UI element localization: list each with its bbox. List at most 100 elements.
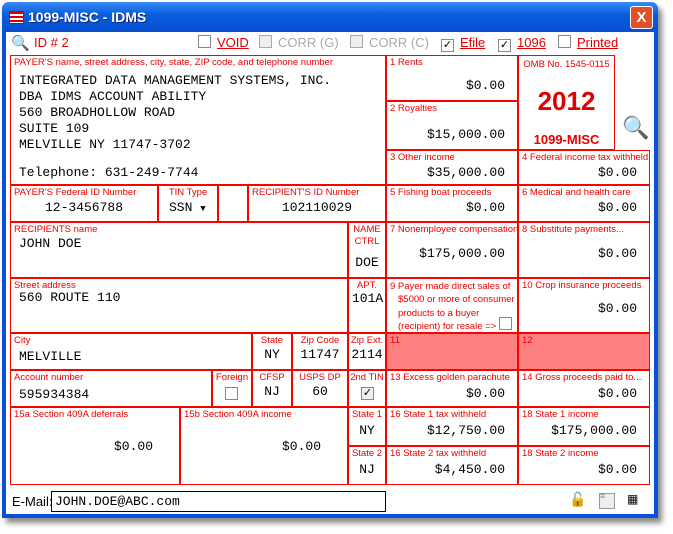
box-value: $0.00 <box>597 246 637 261</box>
omb-box: OMB No. 1545-0115 2012 1099-MISC <box>518 55 615 150</box>
field-label: State <box>260 335 284 346</box>
box-value: $0.00 <box>597 200 637 215</box>
state-1[interactable]: State 1 NY <box>348 407 386 446</box>
app-icon <box>9 11 24 24</box>
box-value: $0.00 <box>113 439 153 454</box>
usps-dp[interactable]: USPS DP 60 <box>292 370 348 407</box>
box-8-substitute[interactable]: 8 Substitute payments... $0.00 <box>518 222 650 278</box>
recipient-name[interactable]: RECIPIENTS name JOHN DOE <box>10 222 348 278</box>
printed-checkbox[interactable]: Printed <box>558 35 618 50</box>
payer-line: INTEGRATED DATA MANAGEMENT SYSTEMS, INC. <box>19 73 332 88</box>
close-button[interactable]: X <box>630 6 653 29</box>
payer-federal-id[interactable]: PAYER'S Federal ID Number 12-3456788 <box>10 185 158 222</box>
box-16-state-1-tax[interactable]: 16 State 1 tax withheld $12,750.00 <box>386 407 518 446</box>
box-label: 15b Section 409A income <box>184 409 292 420</box>
box-label: 9 Payer made direct sales of <box>390 281 511 292</box>
field-value: 560 ROUTE 110 <box>19 290 121 305</box>
field-value: 2114 <box>351 347 383 362</box>
box-value: $0.00 <box>281 439 321 454</box>
city[interactable]: City MELVILLE <box>10 333 252 370</box>
preview-icon[interactable]: ▦ <box>627 492 638 506</box>
box-3-other-income[interactable]: 3 Other income $35,000.00 <box>386 150 518 185</box>
payer-info[interactable]: PAYER'S name, street address, city, stat… <box>10 55 386 185</box>
box-label: 18 State 2 income <box>522 448 599 459</box>
box-10-crop[interactable]: 10 Crop insurance proceeds $0.00 <box>518 278 650 333</box>
field-value: NJ <box>359 462 375 477</box>
zip-code[interactable]: Zip Code 11747 <box>292 333 348 370</box>
box-16-state-2-tax[interactable]: 16 State 2 tax withheld $4,450.00 <box>386 446 518 485</box>
cfsp[interactable]: CFSP NJ <box>252 370 292 407</box>
box-value: $0.00 <box>597 386 637 401</box>
apt[interactable]: APT. 101A <box>348 278 386 333</box>
box-4-federal-tax[interactable]: 4 Federal income tax withheld $0.00 <box>518 150 650 185</box>
field-value: MELVILLE <box>19 349 82 364</box>
box-2-royalties[interactable]: 2 Royalties $15,000.00 <box>386 101 518 150</box>
box-label: 8 Substitute payments... <box>522 224 624 235</box>
field-label: Account number <box>14 372 84 383</box>
corr-g-checkbox: CORR (G) <box>259 35 339 50</box>
field-value: 595934384 <box>19 387 90 402</box>
box-5-fishing[interactable]: 5 Fishing boat proceeds $0.00 <box>386 185 518 222</box>
box-label: 10 Crop insurance proceeds <box>522 280 642 291</box>
box-6-medical[interactable]: 6 Medical and health care $0.00 <box>518 185 650 222</box>
box-value: $35,000.00 <box>426 165 505 180</box>
street-address[interactable]: Street address 560 ROUTE 110 <box>10 278 348 333</box>
box-9-checkbox[interactable] <box>499 317 512 330</box>
box-label: 12 <box>522 335 533 346</box>
state[interactable]: State NY <box>252 333 292 370</box>
box-18-state-1-income[interactable]: 18 State 1 income $175,000.00 <box>518 407 650 446</box>
recipient-id[interactable]: RECIPIENT'S ID Number 102110029 <box>248 185 386 222</box>
box-15a-deferrals[interactable]: 15a Section 409A deferrals $0.00 <box>10 407 180 485</box>
field-label: CFSP <box>259 372 285 383</box>
field-label: Zip Ext. <box>350 335 384 346</box>
box-value: $0.00 <box>465 78 505 93</box>
box-value: $0.00 <box>597 462 637 477</box>
search-icon[interactable]: 🔍 <box>11 34 30 52</box>
void-label: VOID <box>217 35 249 50</box>
lock-icon[interactable]: 🔓 <box>569 491 586 508</box>
field-value: JOHN DOE <box>19 236 82 251</box>
payer-phone: Telephone: 631-249-7744 <box>19 165 199 180</box>
tin-type-select[interactable]: TIN Type SSN ▼ <box>158 185 218 222</box>
box-label: products to a buyer <box>398 307 480 319</box>
state-2[interactable]: State 2 NJ <box>348 446 386 485</box>
box-1-rents[interactable]: 1 Rents $0.00 <box>386 55 518 101</box>
record-id: ID # 2 <box>34 35 69 50</box>
efile-checkbox[interactable]: ✓ Efile <box>441 35 485 52</box>
1096-checkbox[interactable]: ✓ 1096 <box>498 35 546 52</box>
corr-c-checkbox: CORR (C) <box>350 35 429 50</box>
payer-line: DBA IDMS ACCOUNT ABILITY <box>19 89 207 104</box>
email-input[interactable]: JOHN.DOE@ABC.com <box>51 491 386 512</box>
box-14-gross-proceeds[interactable]: 14 Gross proceeds paid to... $0.00 <box>518 370 650 407</box>
box-9-direct-sales: 9 Payer made direct sales of $5000 or mo… <box>386 278 518 333</box>
field-label: NAME <box>353 224 381 235</box>
box-value: $175,000.00 <box>551 423 637 438</box>
box-label: 16 State 2 tax withheld <box>390 448 487 459</box>
box-13-golden-parachute[interactable]: 13 Excess golden parachute $0.00 <box>386 370 518 407</box>
blank-cell <box>218 185 248 222</box>
box-label: 1 Rents <box>390 57 423 68</box>
box-label: $5000 or more of consumer <box>398 294 515 306</box>
box-7-nonemployee[interactable]: 7 Nonemployee compensation $175,000.00 <box>386 222 518 278</box>
notes-icon[interactable]: ≡ <box>599 492 615 509</box>
box-18-state-2-income[interactable]: 18 State 2 income $0.00 <box>518 446 650 485</box>
zip-ext[interactable]: Zip Ext. 2114 <box>348 333 386 370</box>
void-checkbox[interactable]: VOID <box>198 35 249 50</box>
field-label: State 2 <box>351 448 383 459</box>
box-label: 7 Nonemployee compensation <box>390 224 519 235</box>
account-number[interactable]: Account number 595934384 <box>10 370 212 407</box>
foreign-checkbox[interactable] <box>225 387 238 400</box>
second-tin-checkbox[interactable]: ✓ <box>361 387 374 400</box>
box-label: 3 Other income <box>390 152 455 163</box>
box-value: $4,450.00 <box>434 462 505 477</box>
field-label: RECIPIENTS name <box>14 224 98 235</box>
box-12: 12 <box>518 333 650 370</box>
name-control[interactable]: NAME CTRL DOE <box>348 222 386 278</box>
field-label: 2nd TIN <box>350 372 384 383</box>
dropdown-arrow-icon[interactable]: ▼ <box>200 204 205 214</box>
box-15b-income[interactable]: 15b Section 409A income $0.00 <box>180 407 348 485</box>
box-label: 18 State 1 income <box>522 409 599 420</box>
magnifier-icon[interactable]: 🔍 <box>622 115 649 141</box>
field-label: CTRL <box>354 236 380 247</box>
box-value: $175,000.00 <box>419 246 505 261</box>
